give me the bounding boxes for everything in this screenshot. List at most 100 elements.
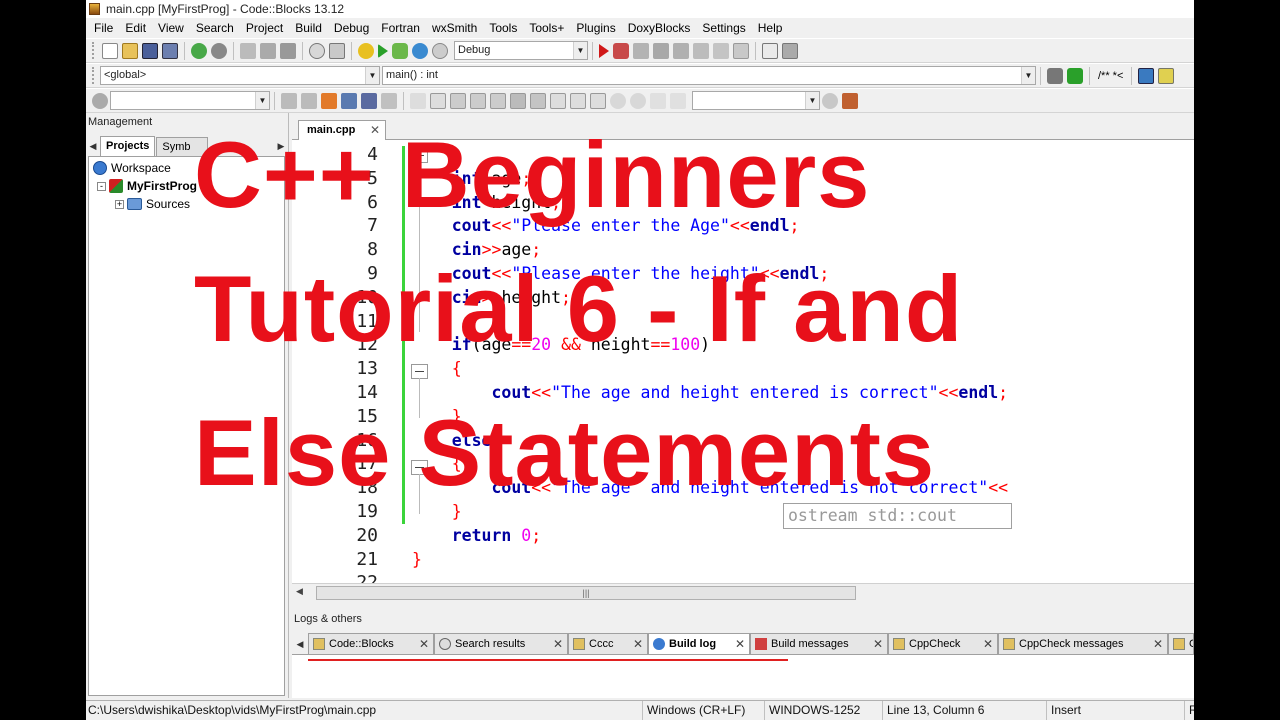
build-target-select[interactable]: Debug ▼ bbox=[454, 41, 588, 60]
back-icon[interactable] bbox=[281, 92, 297, 109]
collapse-icon[interactable]: - bbox=[97, 181, 106, 191]
menu-build[interactable]: Build bbox=[289, 18, 328, 38]
menu-doxyblocks[interactable]: DoxyBlocks bbox=[622, 18, 697, 38]
chevron-down-icon[interactable]: ▼ bbox=[255, 92, 269, 109]
find-icon[interactable] bbox=[309, 42, 325, 59]
scrollbar-thumb[interactable]: ||| bbox=[316, 586, 856, 600]
tab-cccc[interactable]: Cccc ✕ bbox=[568, 633, 648, 654]
scope-select[interactable]: <global> ▼ bbox=[100, 66, 380, 85]
tab-projects[interactable]: Projects bbox=[100, 136, 156, 156]
menu-help[interactable]: Help bbox=[752, 18, 789, 38]
doxy-comment-button[interactable]: /** *< bbox=[1098, 70, 1123, 82]
symbol-search-input[interactable]: ▼ bbox=[692, 91, 820, 110]
tree-sources[interactable]: + Sources bbox=[115, 195, 190, 213]
chevron-down-icon[interactable]: ▼ bbox=[1021, 67, 1035, 84]
scroll-left-icon[interactable]: ◀ bbox=[296, 586, 303, 597]
run-to-cursor-icon[interactable] bbox=[613, 42, 629, 59]
replace-icon[interactable] bbox=[329, 42, 345, 59]
tab-build-messages[interactable]: Build messages ✕ bbox=[750, 633, 888, 654]
tab-cppcheck-messages[interactable]: CppCheck messages ✕ bbox=[998, 633, 1168, 654]
tab-scroll-left-icon[interactable]: ◀ bbox=[292, 634, 308, 654]
stop-icon[interactable] bbox=[733, 42, 749, 59]
next-instruction-icon[interactable] bbox=[693, 42, 709, 59]
dialog-icon[interactable] bbox=[570, 92, 586, 109]
toolbar-grip[interactable] bbox=[92, 42, 96, 59]
menu-plugins[interactable]: Plugins bbox=[570, 18, 621, 38]
panel-icon[interactable] bbox=[490, 92, 506, 109]
menu-wxsmith[interactable]: wxSmith bbox=[426, 18, 483, 38]
incremental-search-input[interactable]: ▼ bbox=[110, 91, 270, 110]
step-into-icon[interactable] bbox=[653, 42, 669, 59]
tree-project[interactable]: - MyFirstProg bbox=[97, 177, 197, 195]
fold-marker-icon[interactable] bbox=[411, 148, 428, 163]
box-icon[interactable] bbox=[510, 92, 526, 109]
abort-icon[interactable] bbox=[432, 42, 448, 59]
tab-scroll-right-icon[interactable]: ▶ bbox=[274, 136, 288, 156]
toolbar-grip[interactable] bbox=[92, 67, 96, 84]
undo-icon[interactable] bbox=[191, 42, 207, 59]
menu-debug[interactable]: Debug bbox=[328, 18, 375, 38]
image-icon[interactable] bbox=[450, 92, 466, 109]
s-icon[interactable] bbox=[650, 92, 666, 109]
debug-windows-icon[interactable] bbox=[762, 42, 778, 59]
pause-icon[interactable] bbox=[713, 42, 729, 59]
frame-icon[interactable] bbox=[430, 92, 446, 109]
tree-workspace[interactable]: Workspace bbox=[91, 159, 171, 177]
copy-icon[interactable] bbox=[260, 42, 276, 59]
regex-icon[interactable] bbox=[381, 92, 397, 109]
tab-scroll-left-icon[interactable]: ◀ bbox=[86, 136, 100, 156]
clear-icon[interactable] bbox=[92, 92, 108, 109]
redo-icon[interactable] bbox=[211, 42, 227, 59]
bitmap-icon[interactable] bbox=[470, 92, 486, 109]
fold-marker-icon[interactable] bbox=[411, 460, 428, 475]
pointer-icon[interactable] bbox=[410, 92, 426, 109]
various-info-icon[interactable] bbox=[782, 42, 798, 59]
cut-icon[interactable] bbox=[240, 42, 256, 59]
menu-tools[interactable]: Tools bbox=[483, 18, 523, 38]
match-case-icon[interactable] bbox=[341, 92, 357, 109]
tab-more[interactable]: C bbox=[1168, 633, 1194, 654]
close-icon[interactable]: ✕ bbox=[411, 635, 429, 654]
run-icon[interactable] bbox=[378, 43, 388, 58]
forward-icon[interactable] bbox=[301, 92, 317, 109]
menu-project[interactable]: Project bbox=[240, 18, 289, 38]
whole-word-icon[interactable] bbox=[361, 92, 377, 109]
step-out-icon[interactable] bbox=[673, 42, 689, 59]
search-icon[interactable] bbox=[822, 92, 838, 109]
tab-build-log[interactable]: Build log ✕ bbox=[648, 633, 750, 654]
zoom-out-icon[interactable] bbox=[630, 92, 646, 109]
doxy-wizard-icon[interactable] bbox=[1138, 67, 1155, 84]
horizontal-scrollbar[interactable]: ◀ ||| bbox=[292, 583, 1194, 601]
paste-icon[interactable] bbox=[280, 42, 296, 59]
build-log-output[interactable] bbox=[292, 654, 1194, 698]
tab-symbols[interactable]: Symb bbox=[156, 137, 209, 156]
close-icon[interactable]: ✕ bbox=[975, 635, 993, 654]
build-and-run-icon[interactable] bbox=[392, 42, 408, 59]
menu-fortran[interactable]: Fortran bbox=[375, 18, 426, 38]
close-icon[interactable]: ✕ bbox=[370, 121, 380, 140]
settings-tool-icon[interactable] bbox=[842, 92, 858, 109]
menu-edit[interactable]: Edit bbox=[119, 18, 152, 38]
next-line-icon[interactable] bbox=[633, 42, 649, 59]
chevron-down-icon[interactable]: ▼ bbox=[805, 92, 819, 109]
save-all-icon[interactable] bbox=[162, 42, 178, 59]
menu-view[interactable]: View bbox=[152, 18, 190, 38]
expand-icon[interactable]: + bbox=[115, 199, 124, 209]
jump-icon[interactable] bbox=[1047, 67, 1063, 84]
doxy-help-icon[interactable] bbox=[1158, 67, 1175, 84]
close-icon[interactable]: ✕ bbox=[727, 635, 745, 654]
close-dialog-icon[interactable] bbox=[590, 92, 606, 109]
tab-search-results[interactable]: Search results ✕ bbox=[434, 633, 568, 654]
function-select[interactable]: main() : int ▼ bbox=[382, 66, 1036, 85]
close-icon[interactable]: ✕ bbox=[625, 635, 643, 654]
window-icon[interactable] bbox=[550, 92, 566, 109]
open-folder-icon[interactable] bbox=[122, 42, 138, 59]
tab-codeblocks-log[interactable]: Code::Blocks ✕ bbox=[308, 633, 434, 654]
grid-icon[interactable] bbox=[530, 92, 546, 109]
chevron-down-icon[interactable]: ▼ bbox=[573, 42, 587, 59]
rebuild-icon[interactable] bbox=[412, 42, 428, 59]
close-icon[interactable]: ✕ bbox=[1145, 635, 1163, 654]
code-editor[interactable]: 4 5 6 7 8 9 10 11 12 13 14 15 16 17 18 19 20 21 22 int age… bbox=[292, 140, 1194, 583]
c-icon[interactable] bbox=[670, 92, 686, 109]
fold-marker-icon[interactable] bbox=[411, 364, 428, 379]
